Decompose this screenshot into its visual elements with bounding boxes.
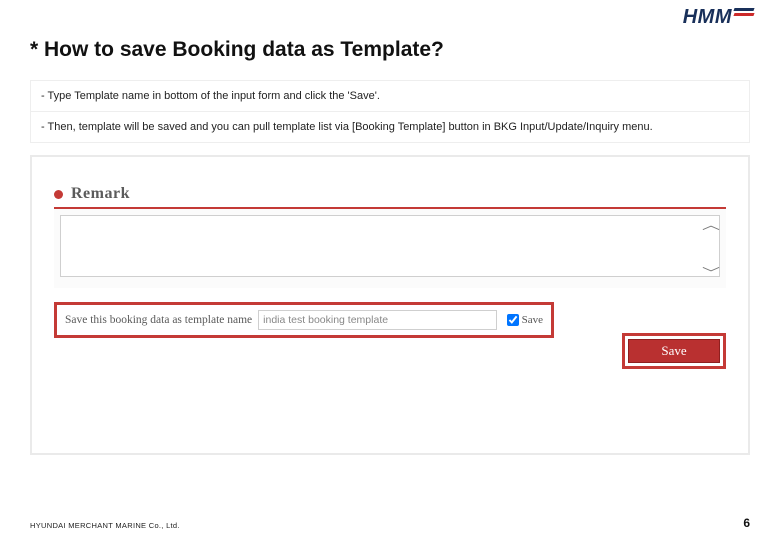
save-button[interactable]: Save <box>628 339 720 363</box>
save-checkbox-label: Save <box>522 314 543 326</box>
remark-box: ︿ ﹀ <box>54 207 726 288</box>
page-title: * How to save Booking data as Template? <box>30 38 750 62</box>
save-checkbox-group[interactable]: Save <box>507 314 543 326</box>
footer-company: HYUNDAI MERCHANT MARINE Co., Ltd. <box>30 521 180 530</box>
footer: HYUNDAI MERCHANT MARINE Co., Ltd. 6 <box>30 516 750 530</box>
slide-page: HMM * How to save Booking data as Templa… <box>0 0 780 540</box>
hmm-logo: HMM <box>683 6 754 29</box>
instruction-line: Type Template name in bottom of the inpu… <box>31 81 749 112</box>
logo-text: HMM <box>683 6 732 29</box>
bullet-icon <box>54 190 63 199</box>
save-template-row-highlight: Save this booking data as template name … <box>54 302 554 338</box>
instructions-panel: Type Template name in bottom of the inpu… <box>30 80 750 143</box>
template-name-input[interactable] <box>258 310 496 330</box>
save-checkbox[interactable] <box>507 314 519 326</box>
page-number: 6 <box>743 516 750 530</box>
instruction-line: Then, template will be saved and you can… <box>31 112 749 142</box>
logo-bars-icon <box>734 8 754 16</box>
save-template-label: Save this booking data as template name <box>65 314 252 326</box>
screenshot-frame: Remark ︿ ﹀ Save this booking data as tem… <box>30 155 750 455</box>
save-button-highlight: Save <box>622 333 726 369</box>
remark-heading: Remark <box>71 185 130 203</box>
remark-textarea[interactable] <box>60 215 720 277</box>
remark-header: Remark <box>54 185 726 203</box>
